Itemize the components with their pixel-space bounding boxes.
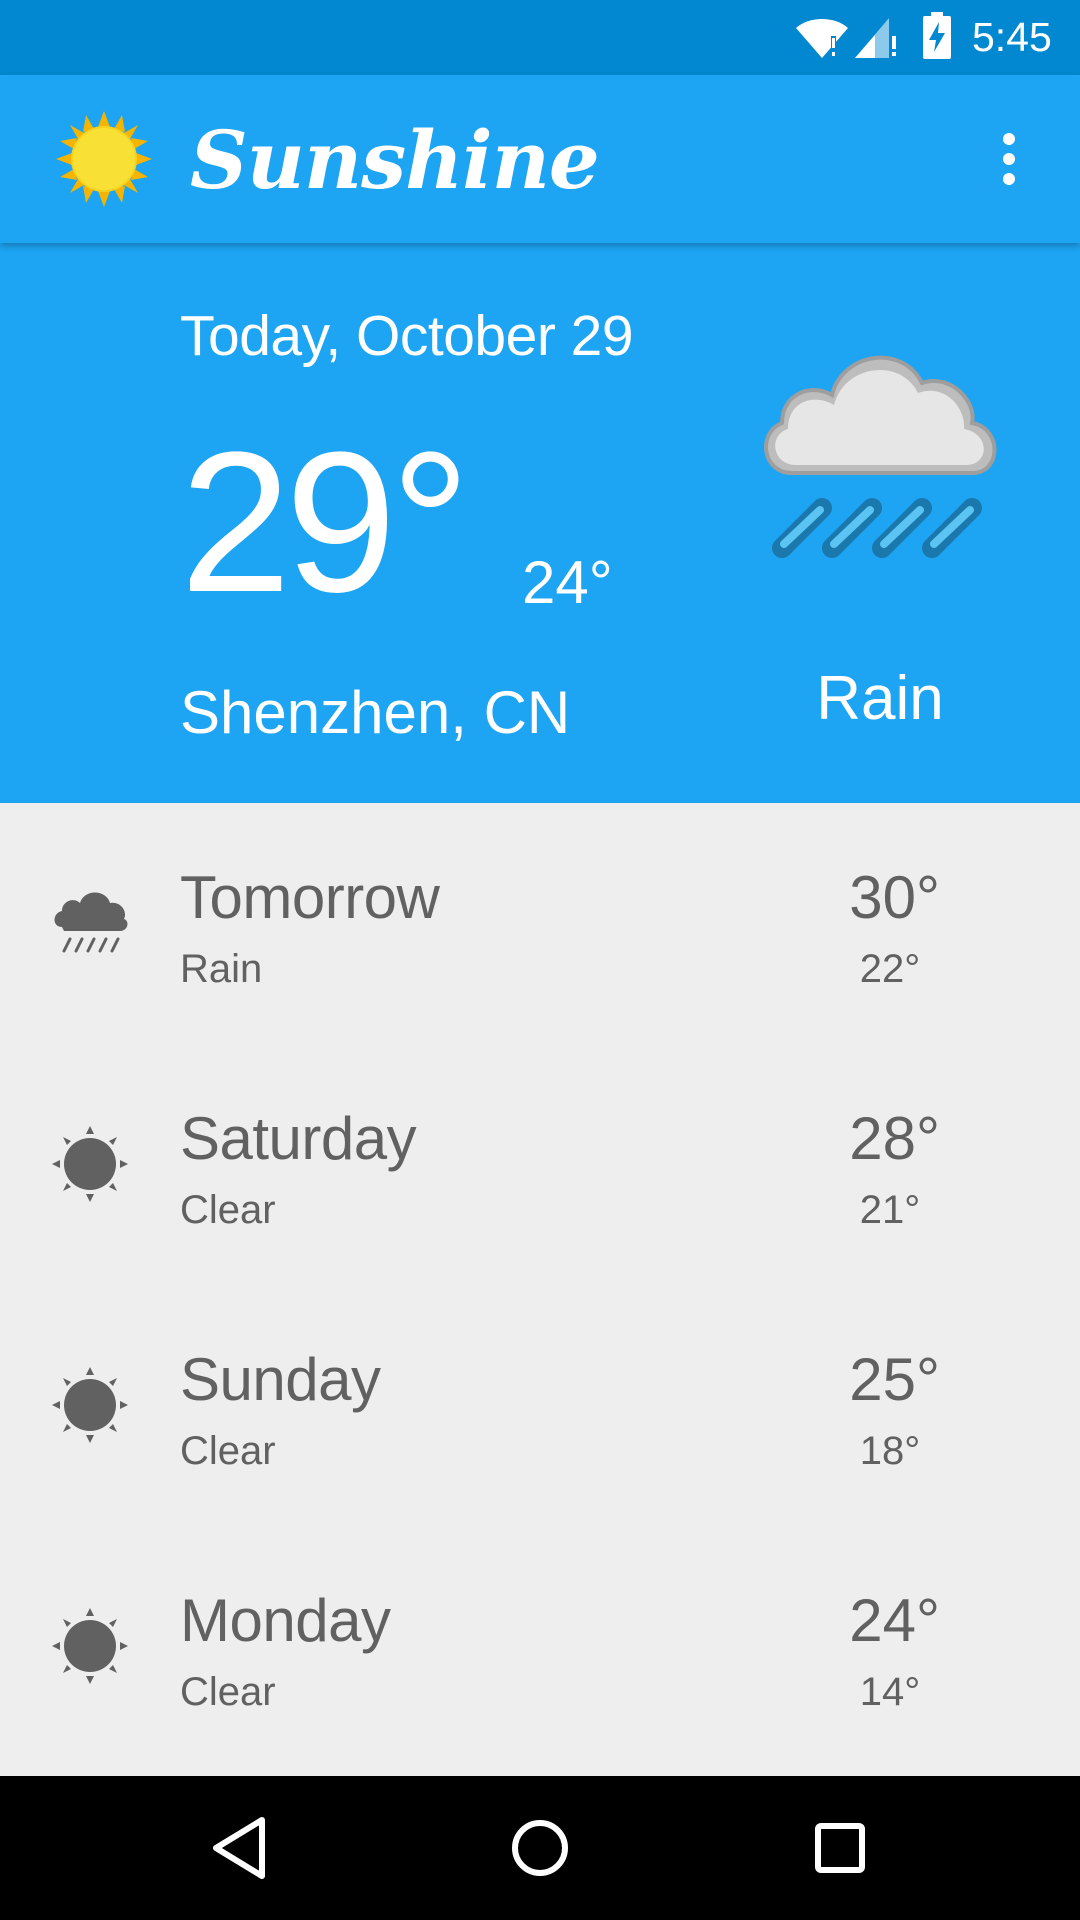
list-item[interactable]: Tomorrow Rain 30° 22° — [0, 803, 1080, 1044]
forecast-low-temp: 14° — [859, 1670, 921, 1714]
forecast-condition: Clear — [180, 1670, 276, 1714]
list-item[interactable]: Monday Clear 24° 14° — [0, 1526, 1080, 1767]
today-location: Shenzhen, CN — [180, 679, 571, 746]
sun-icon — [56, 111, 152, 207]
app-title: Sunshine — [190, 113, 600, 207]
forecast-low-temp: 21° — [859, 1188, 921, 1232]
today-high-temp: 29° — [180, 411, 470, 634]
app-bar: Sunshine — [0, 75, 1080, 243]
forecast-condition: Rain — [180, 947, 263, 991]
list-item[interactable]: Sunday Clear 25° 18° — [0, 1285, 1080, 1526]
forecast-condition: Clear — [180, 1188, 276, 1232]
forecast-low-temp: 22° — [859, 947, 921, 991]
status-clock: 5:45 — [972, 14, 1052, 60]
today-date: Today, October 29 — [180, 304, 634, 368]
forecast-list: Tomorrow Rain 30° 22° Saturday Clear 28°… — [0, 803, 1080, 1776]
forecast-condition: Clear — [180, 1429, 276, 1473]
rain-icon — [54, 892, 128, 953]
forecast-day: Saturday — [180, 1105, 417, 1172]
back-icon[interactable] — [204, 1812, 276, 1884]
forecast-day: Monday — [180, 1587, 391, 1654]
today-condition: Rain — [816, 664, 944, 733]
rain-cloud-art — [764, 355, 997, 558]
clear-icon — [52, 1608, 128, 1684]
today-low-temp: 24° — [522, 549, 613, 616]
forecast-high-temp: 24° — [849, 1587, 940, 1654]
more-vert-icon[interactable] — [986, 127, 1032, 191]
forecast-low-temp: 18° — [859, 1429, 921, 1473]
cellular-alert-icon — [855, 18, 896, 58]
forecast-day: Sunday — [180, 1346, 381, 1413]
recents-icon[interactable] — [804, 1812, 876, 1884]
forecast-day: Tomorrow — [180, 864, 440, 931]
forecast-high-temp: 28° — [849, 1105, 940, 1172]
home-icon[interactable] — [504, 1812, 576, 1884]
clear-icon — [52, 1367, 128, 1443]
status-bar: 5:45 — [0, 0, 1080, 75]
clear-icon — [52, 1126, 128, 1202]
navigation-bar — [0, 1776, 1080, 1920]
today-panel[interactable]: Today, October 29 29° 24° Shenzhen, CN R… — [0, 243, 1080, 803]
list-item[interactable]: Saturday Clear 28° 21° — [0, 1044, 1080, 1285]
forecast-high-temp: 25° — [849, 1346, 940, 1413]
battery-charging-icon — [923, 12, 951, 59]
forecast-high-temp: 30° — [849, 864, 940, 931]
wifi-alert-icon — [796, 19, 848, 58]
